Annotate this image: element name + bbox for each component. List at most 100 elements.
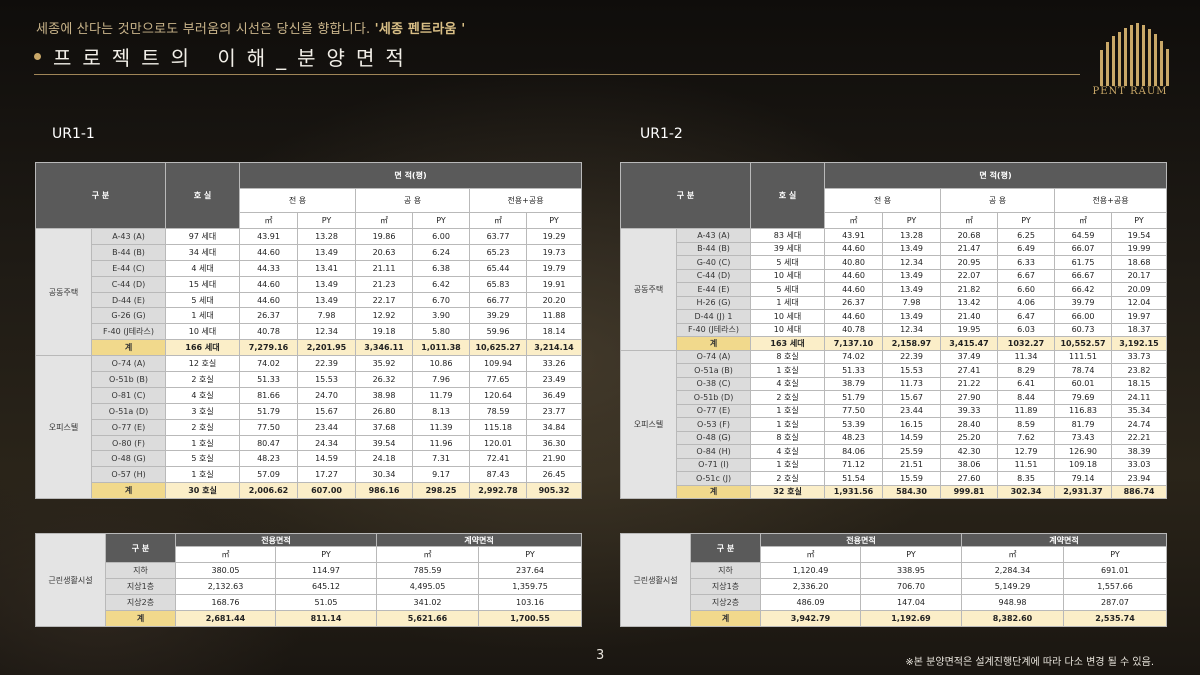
- ur1-1-retail-table: 근린생활시설 구 분 전용면적 계약면적 ㎡ PY ㎡ PY 지하 380.05 114.97 785…: [35, 533, 583, 627]
- table-cell: 2,132.63: [175, 578, 276, 595]
- table-cell: 22.39: [882, 349, 942, 364]
- table-cell: 7.62: [997, 430, 1056, 445]
- table-cell: 6.24: [412, 243, 471, 261]
- table-cell: 114.97: [274, 562, 378, 579]
- table-cell: 15.59: [882, 471, 942, 486]
- group-label: 공동주택: [35, 227, 92, 357]
- unit-type: G-40 (C): [675, 255, 752, 270]
- column-header-excl: 전 용: [239, 188, 357, 213]
- table-cell: 81.79: [1054, 417, 1113, 432]
- table-cell: 22.17: [355, 291, 414, 309]
- table-row: B-44 (B) 39 세대 44.60 13.49 21.47 6.49 66.07 19.…: [621, 241, 1168, 256]
- table-cell: 24.18: [355, 450, 414, 468]
- table-cell: 34.84: [526, 418, 583, 436]
- table-row: B-44 (B) 34 세대 44.60 13.49 20.63 6.24 65.23 19.…: [36, 243, 583, 261]
- table-cell: 1,557.66: [1063, 578, 1168, 595]
- table-cell: 5 호실: [165, 450, 241, 468]
- table-cell: 72.41: [469, 450, 528, 468]
- table-cell: 10 세대: [750, 322, 826, 337]
- unit-type: O-38 (C): [675, 376, 752, 391]
- table-cell: 51.33: [824, 363, 884, 378]
- table-cell: 39 세대: [750, 241, 826, 256]
- subtotal-label: 계: [90, 339, 167, 357]
- table-row: O-51b (D) 2 호실 51.79 15.67 27.90 8.44 79.69 24.…: [621, 390, 1168, 405]
- table-cell: 13.49: [882, 282, 942, 297]
- subtotal-cell: 7,137.10: [824, 336, 884, 351]
- table-cell: 1 호실: [165, 434, 241, 452]
- table-cell: 1 호실: [750, 363, 826, 378]
- unit-type: O-57 (H): [90, 466, 167, 484]
- subtotal-cell: 8,382.60: [961, 610, 1065, 627]
- column-header-excl-area: 전용면적: [174, 533, 378, 547]
- table-cell: 11.73: [882, 376, 942, 391]
- table-cell: 6.49: [997, 241, 1056, 256]
- subtotal-cell: 5,621.66: [376, 610, 480, 627]
- table-cell: 5 세대: [750, 255, 826, 270]
- table-cell: 12.34: [882, 322, 942, 337]
- table-cell: 26.37: [239, 307, 299, 325]
- table-cell: 42.30: [940, 444, 999, 459]
- table-cell: 77.65: [469, 371, 528, 388]
- table-cell: 18.15: [1111, 376, 1168, 391]
- column-header-gubun: 구 분: [619, 162, 752, 229]
- table-row: H-26 (G) 1 세대 26.37 7.98 13.42 4.06 39.79 12.04: [621, 295, 1168, 310]
- table-cell: 38.39: [1111, 444, 1168, 459]
- table-cell: 17.27: [297, 466, 357, 484]
- table-cell: 51.79: [824, 390, 884, 405]
- table-cell: 645.12: [274, 578, 378, 595]
- table-cell: 9.17: [412, 466, 471, 484]
- table-row: D-44 (E) 5 세대 44.60 13.49 22.17 6.70 66.77 20.2…: [36, 291, 583, 309]
- table-cell: 20.17: [1111, 268, 1168, 283]
- subtotal-cell: 10,625.27: [469, 339, 528, 357]
- table-cell: 35.34: [1111, 403, 1168, 418]
- table-cell: 65.83: [469, 275, 528, 293]
- table-cell: 10 세대: [750, 309, 826, 324]
- table-cell: 948.98: [961, 594, 1065, 611]
- table-cell: 48.23: [824, 430, 884, 445]
- table-cell: 15.53: [297, 371, 357, 388]
- table-row: O-57 (H) 1 호실 57.09 17.27 30.34 9.17 87.43 26.4…: [36, 466, 583, 484]
- floor-label: 지상1층: [105, 578, 176, 595]
- subtotal-row: 계 166 세대 7,279.16 2,201.95 3,346.11 1,011.38 1…: [36, 339, 583, 357]
- table-cell: 120.64: [469, 386, 528, 404]
- table-cell: 8 호실: [750, 349, 826, 364]
- table-cell: 38.79: [824, 376, 884, 391]
- unit-header-sqm: ㎡: [760, 546, 861, 563]
- table-cell: 10 세대: [750, 268, 826, 283]
- table-cell: 691.01: [1063, 562, 1168, 579]
- tagline: 세종에 산다는 것만으로도 부러움의 시선은 당신을 향합니다. '세종 펜트라…: [36, 22, 466, 37]
- unit-type: C-44 (D): [90, 275, 167, 293]
- table-cell: 57.09: [239, 466, 299, 484]
- subtotal-cell: 163 세대: [750, 336, 826, 351]
- subtotal-row: 계 163 세대 7,137.10 2,158.97 3,415.47 1032.27 10…: [621, 336, 1168, 351]
- table-cell: 20.63: [355, 243, 414, 261]
- table-cell: 77.50: [239, 418, 299, 436]
- table-cell: 4 호실: [165, 386, 241, 404]
- table-cell: 19.29: [526, 228, 583, 245]
- table-cell: 287.07: [1063, 594, 1168, 611]
- subtotal-cell: 1032.27: [997, 336, 1056, 351]
- table-cell: 81.66: [239, 386, 299, 404]
- table-row: 오피스텔 O-74 (A) 12 호실 74.02 22.39 35.92 10.86 109…: [35, 355, 583, 500]
- table-cell: 6.47: [997, 309, 1056, 324]
- section-title-ur1-1: UR1-1: [52, 126, 95, 142]
- table-cell: 40.80: [824, 255, 884, 270]
- table-cell: 26.32: [355, 371, 414, 388]
- subtotal-cell: 886.74: [1111, 484, 1168, 499]
- table-cell: 4 세대: [165, 259, 241, 277]
- unit-type: E-44 (C): [90, 259, 167, 277]
- subtotal-label: 계: [690, 610, 761, 627]
- subtotal-cell: 607.00: [297, 482, 357, 500]
- table-cell: 14.59: [882, 430, 942, 445]
- table-cell: 13.28: [882, 228, 942, 243]
- table-cell: 21.47: [940, 241, 999, 256]
- table-cell: 19.91: [526, 275, 583, 293]
- subtotal-cell: 2,006.62: [239, 482, 299, 500]
- title-bullet-icon: [34, 53, 41, 60]
- table-cell: 19.73: [526, 243, 583, 261]
- table-cell: 6.67: [997, 268, 1056, 283]
- column-header-common: 공 용: [355, 188, 471, 213]
- table-cell: 4 호실: [750, 444, 826, 459]
- table-cell: 10.86: [412, 355, 471, 373]
- unit-type: C-44 (D): [675, 268, 752, 283]
